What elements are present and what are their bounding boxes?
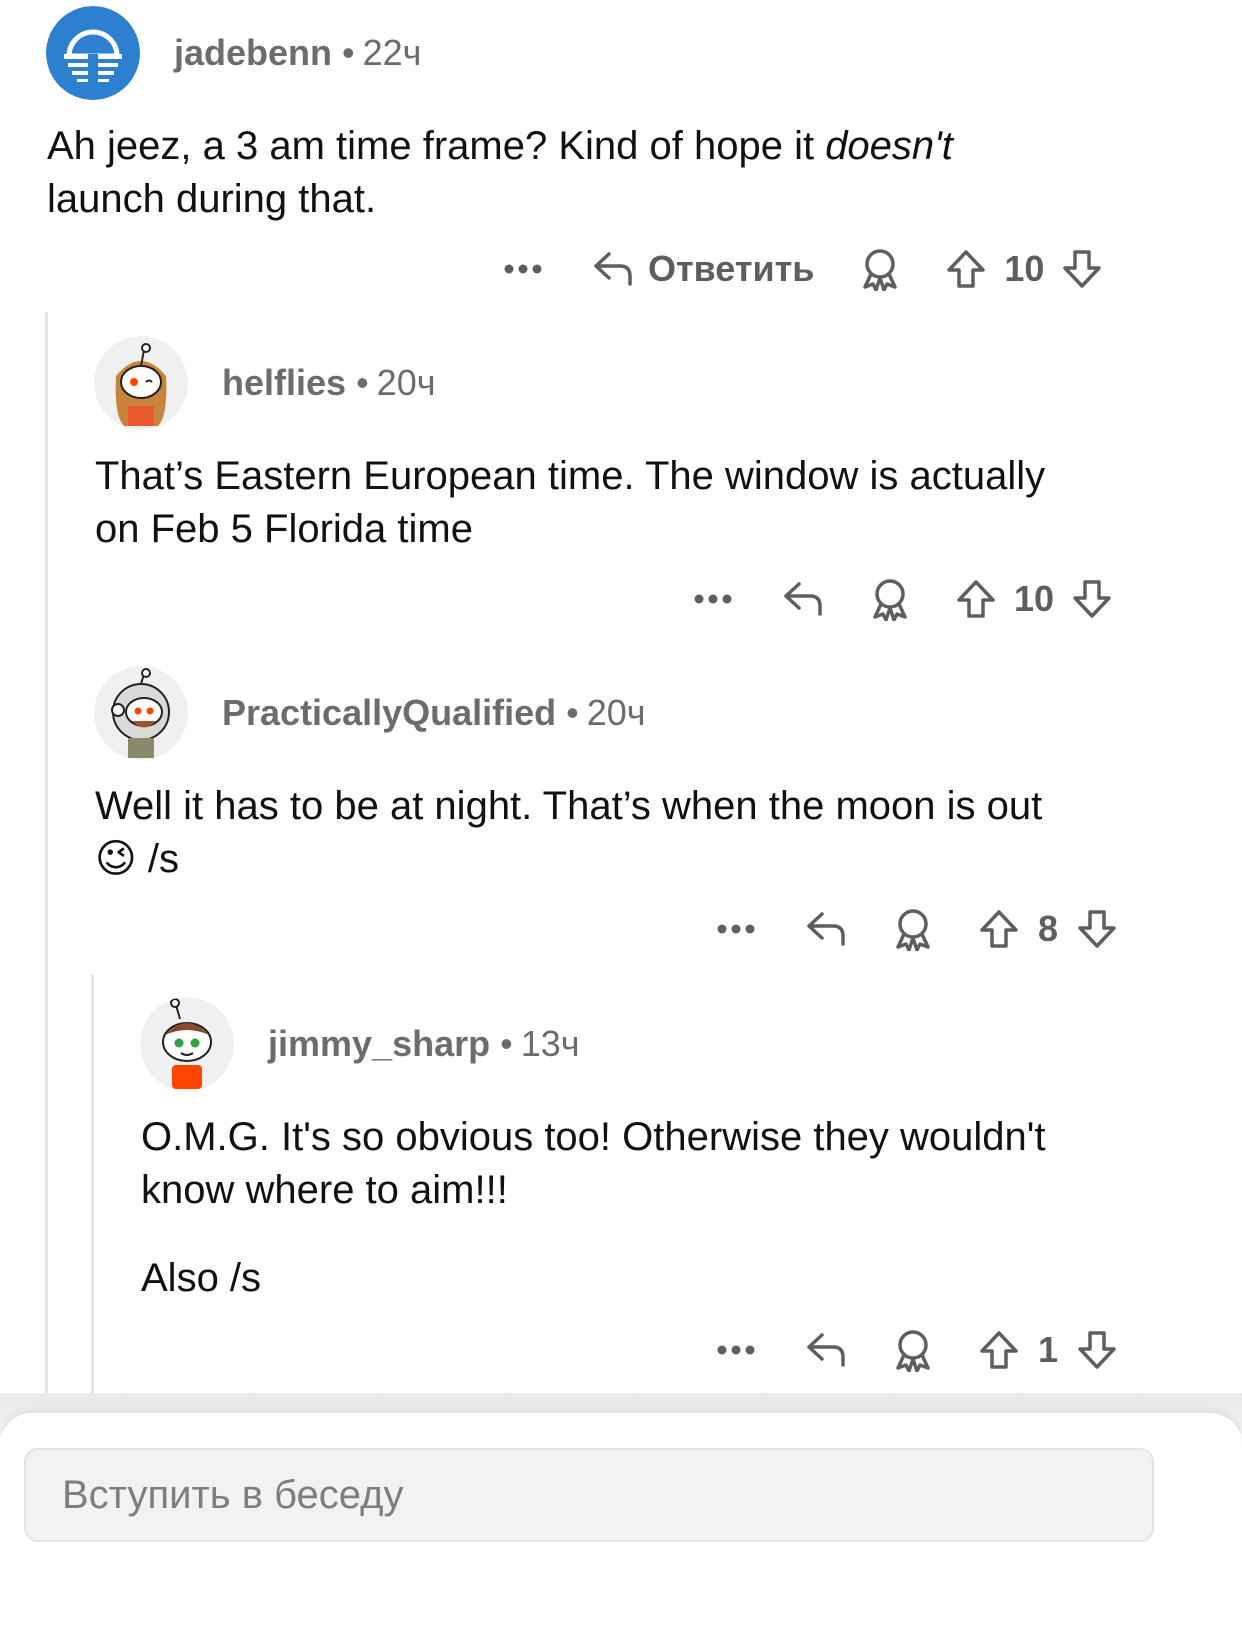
- comment-meta: PracticallyQualified • 20ч: [222, 692, 646, 734]
- comment-line: That’s Eastern European time. The window…: [95, 454, 1046, 498]
- thread-line-level-2[interactable]: [91, 975, 94, 1402]
- downvote-icon[interactable]: [1072, 579, 1112, 619]
- comment-time: 20ч: [586, 692, 646, 733]
- thread-line-level-1[interactable]: [45, 312, 48, 1402]
- comment-actions: Ответить 10: [500, 239, 1102, 299]
- separator-dot: •: [566, 692, 579, 733]
- user-avatar[interactable]: [94, 666, 188, 760]
- comment-line: O.M.G. It's so obvious too! Otherwise th…: [141, 1115, 1046, 1159]
- comment-time: 20ч: [376, 362, 436, 403]
- award-icon[interactable]: [893, 1328, 933, 1372]
- comment-body: That’s Eastern European time. The window…: [95, 450, 1045, 556]
- separator-dot: •: [500, 1023, 513, 1064]
- upvote-icon[interactable]: [979, 909, 1019, 949]
- username[interactable]: helflies: [222, 362, 346, 403]
- reply-composer: Вступить в беседу: [0, 1413, 1242, 1652]
- upvote-icon[interactable]: [979, 1330, 1019, 1370]
- user-avatar[interactable]: [140, 997, 234, 1091]
- comment-header: PracticallyQualified • 20ч: [94, 666, 646, 760]
- comment-meta: jimmy_sharp • 13ч: [268, 1023, 580, 1065]
- comment-header: helflies • 20ч: [94, 336, 435, 430]
- downvote-icon[interactable]: [1077, 909, 1117, 949]
- more-options-icon[interactable]: [500, 263, 546, 275]
- more-options-icon[interactable]: [713, 1344, 759, 1356]
- upvote-icon[interactable]: [946, 249, 986, 289]
- user-avatar[interactable]: [46, 6, 140, 100]
- comment-meta: jadebenn • 22ч: [174, 32, 421, 74]
- user-avatar[interactable]: [94, 336, 188, 430]
- username[interactable]: jadebenn: [174, 32, 332, 73]
- comment-actions: 1: [713, 1320, 1117, 1380]
- wink-emoji: 😉: [95, 837, 137, 881]
- comment-header: jimmy_sharp • 13ч: [140, 997, 580, 1091]
- more-options-icon[interactable]: [713, 923, 759, 935]
- reply-icon[interactable]: [782, 580, 824, 618]
- separator-dot: •: [342, 32, 355, 73]
- reply-icon[interactable]: [805, 1331, 847, 1369]
- reply-button[interactable]: Ответить: [648, 248, 814, 290]
- more-options-icon[interactable]: [690, 593, 736, 605]
- emphasis-text: doesn't: [825, 124, 953, 168]
- vote-score: 10: [1004, 248, 1045, 289]
- comment-body: Ah jeez, a 3 am time frame? Kind of hope…: [47, 120, 953, 226]
- comment-line: 😉 /s: [95, 837, 179, 881]
- comment-header: jadebenn • 22ч: [46, 6, 421, 100]
- award-icon[interactable]: [893, 907, 933, 951]
- comment-line: launch during that.: [47, 177, 377, 221]
- upvote-icon[interactable]: [956, 579, 996, 619]
- award-icon[interactable]: [870, 577, 910, 621]
- comment-actions: 8: [713, 899, 1117, 959]
- reply-icon[interactable]: [592, 250, 634, 288]
- comment-line: Also /s: [141, 1256, 262, 1300]
- comment-line: Well it has to be at night. That’s when …: [95, 784, 1043, 828]
- comment-line: Ah jeez, a 3 am time frame? Kind of hope…: [47, 124, 953, 168]
- comment-time: 22ч: [362, 32, 422, 73]
- comment-time: 13ч: [520, 1023, 580, 1064]
- comment-actions: 10: [690, 569, 1112, 629]
- vote-score: 1: [1037, 1329, 1059, 1370]
- award-icon[interactable]: [860, 247, 900, 291]
- comment-meta: helflies • 20ч: [222, 362, 435, 404]
- reply-icon[interactable]: [805, 910, 847, 948]
- join-conversation-input[interactable]: Вступить в беседу: [24, 1448, 1154, 1542]
- separator-dot: •: [356, 362, 369, 403]
- vote-score: 8: [1037, 908, 1059, 949]
- comment-body: O.M.G. It's so obvious too! Otherwise th…: [141, 1111, 1046, 1305]
- comment-line: know where to aim!!!: [141, 1168, 508, 1212]
- downvote-icon[interactable]: [1077, 1330, 1117, 1370]
- comment-line: on Feb 5 Florida time: [95, 507, 473, 551]
- comment-body: Well it has to be at night. That’s when …: [95, 780, 1042, 886]
- vote-score: 10: [1014, 578, 1055, 619]
- username[interactable]: jimmy_sharp: [268, 1023, 490, 1064]
- downvote-icon[interactable]: [1062, 249, 1102, 289]
- username[interactable]: PracticallyQualified: [222, 692, 556, 733]
